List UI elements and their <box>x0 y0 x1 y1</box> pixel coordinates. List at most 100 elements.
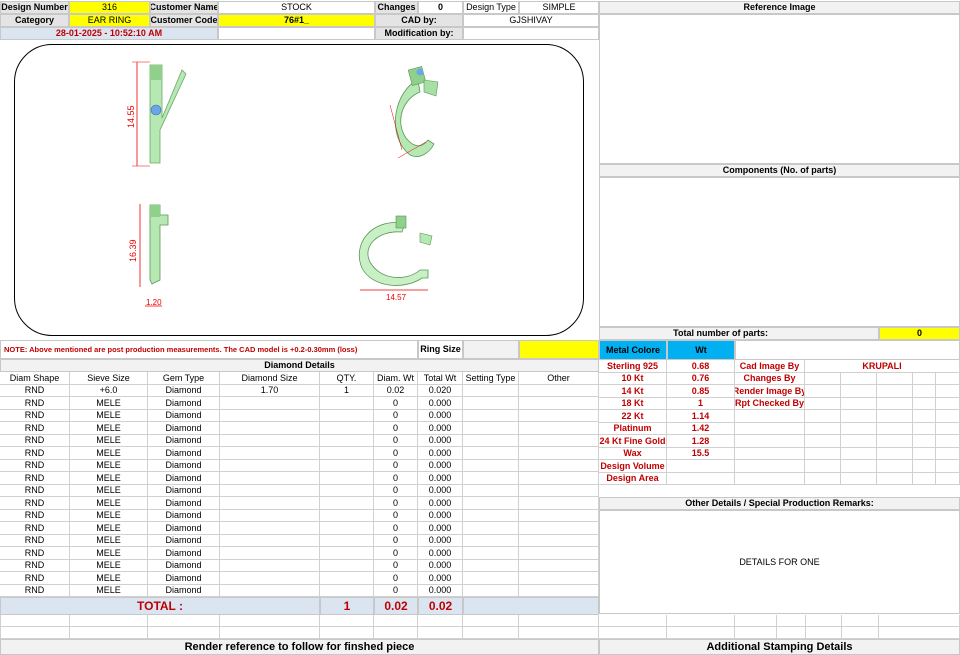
metal-cell[interactable] <box>877 435 913 448</box>
table-cell[interactable]: Diamond <box>148 459 220 472</box>
metal-cell[interactable] <box>735 435 805 448</box>
table-cell[interactable] <box>320 484 374 497</box>
table-cell[interactable] <box>463 422 519 435</box>
table-cell[interactable]: 0.000 <box>418 572 463 585</box>
table-cell[interactable]: 0 <box>374 447 418 460</box>
blank-cell[interactable] <box>70 627 148 639</box>
table-cell[interactable] <box>320 509 374 522</box>
table-cell[interactable] <box>463 384 519 397</box>
table-cell[interactable] <box>519 434 599 447</box>
table-cell[interactable] <box>220 422 320 435</box>
table-cell[interactable] <box>519 397 599 410</box>
metal-cell[interactable] <box>877 410 913 423</box>
blank-cell[interactable] <box>70 615 148 627</box>
table-cell[interactable] <box>220 559 320 572</box>
category-value[interactable]: EAR RING <box>69 14 150 27</box>
blank-cell[interactable] <box>374 615 418 627</box>
table-cell[interactable]: 0.000 <box>418 497 463 510</box>
blank-cell[interactable] <box>0 615 70 627</box>
metal-cell[interactable] <box>936 385 960 398</box>
table-cell[interactable]: Diamond <box>148 422 220 435</box>
table-cell[interactable]: 1.70 <box>220 384 320 397</box>
table-cell[interactable]: MELE <box>70 522 148 535</box>
other-details-text[interactable]: DETAILS FOR ONE <box>599 510 960 614</box>
blank-cell[interactable] <box>735 615 777 627</box>
customer-name-value[interactable]: STOCK <box>218 1 375 14</box>
table-cell[interactable]: MELE <box>70 572 148 585</box>
table-cell[interactable]: 0 <box>374 397 418 410</box>
table-cell[interactable]: Diamond <box>148 509 220 522</box>
blank-cell[interactable] <box>599 627 667 639</box>
metal-cell[interactable]: 10 Kt <box>599 372 667 385</box>
metal-cell[interactable]: 0.85 <box>667 385 735 398</box>
metal-cell[interactable]: 1.14 <box>667 410 735 423</box>
table-cell[interactable]: MELE <box>70 584 148 597</box>
metal-cell[interactable] <box>841 460 877 473</box>
metal-cell[interactable]: 14 Kt <box>599 385 667 398</box>
table-cell[interactable]: 0 <box>374 509 418 522</box>
table-cell[interactable]: 0.000 <box>418 409 463 422</box>
blank-cell[interactable] <box>148 627 220 639</box>
components-area[interactable] <box>599 177 960 327</box>
metal-cell[interactable] <box>841 422 877 435</box>
metal-cell[interactable]: 1.42 <box>667 422 735 435</box>
table-cell[interactable]: RND <box>0 534 70 547</box>
changes-value[interactable]: 0 <box>418 1 463 14</box>
table-cell[interactable]: Diamond <box>148 434 220 447</box>
metal-cell[interactable] <box>735 447 805 460</box>
metal-cell[interactable] <box>877 372 913 385</box>
metal-cell[interactable]: 1 <box>667 397 735 410</box>
table-cell[interactable] <box>220 547 320 560</box>
metal-cell[interactable]: 22 Kt <box>599 410 667 423</box>
metal-cell[interactable] <box>841 447 877 460</box>
blank-cell[interactable] <box>777 615 806 627</box>
metal-cell[interactable] <box>877 447 913 460</box>
total-parts-value[interactable]: 0 <box>879 327 960 340</box>
table-cell[interactable] <box>320 472 374 485</box>
metal-cell[interactable] <box>877 422 913 435</box>
table-cell[interactable]: MELE <box>70 509 148 522</box>
metal-cell[interactable] <box>805 447 841 460</box>
blank-cell[interactable] <box>0 627 70 639</box>
table-cell[interactable] <box>320 409 374 422</box>
metal-cell[interactable]: 0.68 <box>667 360 735 373</box>
metal-cell[interactable] <box>805 422 841 435</box>
metal-cell[interactable] <box>913 460 936 473</box>
table-cell[interactable]: Diamond <box>148 447 220 460</box>
blank-cell[interactable] <box>667 627 735 639</box>
table-cell[interactable]: RND <box>0 484 70 497</box>
metal-cell[interactable] <box>841 472 877 485</box>
table-cell[interactable]: 0 <box>374 409 418 422</box>
table-cell[interactable]: 0 <box>374 497 418 510</box>
metal-cell[interactable] <box>913 422 936 435</box>
table-cell[interactable]: RND <box>0 422 70 435</box>
metal-cell[interactable] <box>936 460 960 473</box>
metal-cell[interactable] <box>913 397 936 410</box>
table-cell[interactable] <box>320 422 374 435</box>
table-cell[interactable] <box>320 584 374 597</box>
table-cell[interactable]: Diamond <box>148 472 220 485</box>
table-cell[interactable]: RND <box>0 522 70 535</box>
table-cell[interactable]: RND <box>0 559 70 572</box>
table-cell[interactable] <box>220 484 320 497</box>
table-cell[interactable] <box>320 397 374 410</box>
table-cell[interactable] <box>320 434 374 447</box>
table-cell[interactable]: 0 <box>374 472 418 485</box>
table-cell[interactable]: 0.000 <box>418 584 463 597</box>
table-cell[interactable]: RND <box>0 434 70 447</box>
metal-cell[interactable] <box>936 422 960 435</box>
table-cell[interactable] <box>519 522 599 535</box>
metal-cell[interactable] <box>805 372 841 385</box>
table-cell[interactable]: 0.000 <box>418 547 463 560</box>
blank-cell[interactable] <box>418 615 463 627</box>
metal-cell[interactable]: 18 Kt <box>599 397 667 410</box>
table-cell[interactable]: 0.000 <box>418 397 463 410</box>
table-cell[interactable] <box>463 434 519 447</box>
blank-cell[interactable] <box>519 627 599 639</box>
table-cell[interactable]: 0 <box>374 584 418 597</box>
blank-cell[interactable] <box>418 627 463 639</box>
metal-cell[interactable] <box>936 397 960 410</box>
table-cell[interactable] <box>463 572 519 585</box>
table-cell[interactable] <box>220 397 320 410</box>
metal-cell[interactable]: 15.5 <box>667 447 735 460</box>
